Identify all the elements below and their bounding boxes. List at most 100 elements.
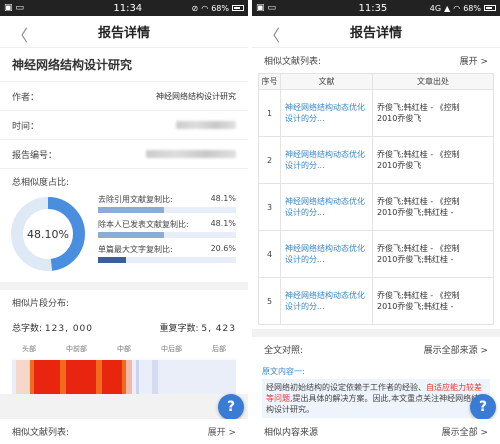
segment-label-tail: 后部 [212,345,226,353]
bar-label: 去除引用文献复制比: [98,195,173,204]
table-row[interactable]: 5 神经网络结构动态优化设计的分... 乔俊飞;韩红桂 - 《控制 2010乔俊飞… [258,277,494,325]
heatmap-cell [66,360,96,394]
signal-icon: ▲ [444,3,451,13]
segment-labels: 头部 中前部 中部 中后部 后部 [0,342,248,356]
back-button[interactable]: 〈 [12,22,28,46]
left-phone-screen: ▣ ▭ 11:34 ⊘ ◠ 68% 〈 报告详情 神经网络结构设计研究 作者： 神经网… [0,0,248,444]
total-chars-label: 总字数: [12,324,43,334]
page-title: 报告详情 [349,26,402,41]
bar-fill [98,257,127,263]
dup-chars-label: 重复字数: [159,324,199,334]
network-type: 4G [429,3,442,13]
time-value-blurred [176,121,236,129]
doc-link[interactable]: 神经网络结构动态优化设计的分... [280,136,373,184]
heatmap-cell [152,360,158,394]
table-row[interactable]: 4 神经网络结构动态优化设计的分... 乔俊飞;韩红桂 - 《控制 2010乔俊飞… [258,230,494,278]
bar-fill [98,207,165,213]
similar-content-footer: 相似内容来源 展示全部 > [252,419,500,444]
expand-link[interactable]: 展开 > [208,425,236,438]
show-all-sources-link[interactable]: 展示全部来源 > [424,343,488,356]
row-number: 2 [258,136,281,184]
help-button[interactable]: ? [470,394,496,420]
source-line: 乔俊飞;韩红桂 - 《控制 [377,197,460,206]
content-text-part: ,提出具体的解决方案。因此,本文重点关注神经网络结构设计研究。 [266,394,480,414]
bar-pct: 20.6% [210,244,236,253]
expand-link[interactable]: 展开 > [460,54,488,67]
show-all-link[interactable]: 展示全部 > [442,425,488,438]
report-number-label: 报告编号： [12,150,58,161]
original-content-box: 原文内容一: 经网络初始结构的设定依赖于工作者的经验、自适应能力较差等问题,提出… [252,362,500,424]
source-cell: 乔俊飞;韩红桂 - 《控制 2010乔俊飞;韩红桂 - [372,183,494,231]
source-line: 2010乔俊飞;韩红桂 - [377,302,454,311]
status-time: 11:35 [358,2,388,14]
battery-text: 68% [211,3,229,13]
compare-label: 全文对照: [264,346,304,356]
mute-icon: ⊘ [191,3,199,13]
source-line: 乔俊飞;韩红桂 - 《控制 [377,244,460,253]
segment-label-front-middle: 中前部 [66,345,87,353]
table-row[interactable]: 3 神经网络结构动态优化设计的分... 乔俊飞;韩红桂 - 《控制 2010乔俊飞… [258,183,494,231]
bar-row-exclude-self: 除本人已发表文献复制比: 48.1% [98,219,236,238]
doc-link[interactable]: 神经网络结构动态优化设计的分... [280,183,373,231]
wifi-icon: ◠ [453,3,461,13]
back-button[interactable]: 〈 [264,22,280,46]
wifi-icon: ◠ [201,3,209,13]
report-number-blurred [146,150,236,158]
row-number: 3 [258,183,281,231]
original-content-title: 原文内容一: [262,367,305,376]
similar-docs-table: 序号 文献 文章出处 1 神经网络结构动态优化设计的分... 乔俊飞;韩红桂 -… [258,73,494,325]
status-time: 11:34 [113,2,143,14]
source-line: 乔俊飞;韩红桂 - 《控制 [377,150,460,159]
doc-link[interactable]: 神经网络结构动态优化设计的分... [280,230,373,278]
app-notification-icon: ▣ [4,3,13,13]
notification-icon: ▭ [15,3,25,13]
table-row[interactable]: 1 神经网络结构动态优化设计的分... 乔俊飞;韩红桂 - 《控制 2010乔俊飞 [258,89,494,137]
segment-label-middle: 中部 [117,345,131,353]
source-line: 2010乔俊飞;韩红桂 - [377,255,454,264]
col-header-source: 文章出处 [372,73,494,90]
doc-link[interactable]: 神经网络结构动态优化设计的分... [280,277,373,325]
heatmap-cell [102,360,122,394]
paper-title: 神经网络结构设计研究 [0,48,248,82]
full-text-compare-row: 全文对照: 展示全部来源 > [252,337,500,362]
segment-label-head: 头部 [22,345,36,353]
author-value: 神经网络结构设计研究 [156,91,236,101]
similar-docs-footer: 相似文献列表: 展开 > [0,419,248,444]
bar-pct: 48.1% [210,219,236,228]
page-title: 报告详情 [97,26,150,41]
heatmap-cell [126,360,132,394]
nav-bar: 〈 报告详情 [0,16,248,48]
source-cell: 乔俊飞;韩红桂 - 《控制 2010乔俊飞 [372,136,494,184]
battery-text: 68% [463,3,481,13]
doc-link[interactable]: 神经网络结构动态优化设计的分... [280,89,373,137]
bar-label: 除本人已发表文献复制比: [98,220,189,229]
help-button[interactable]: ? [218,394,244,420]
author-row: 作者： 神经网络结构设计研究 [0,82,248,111]
similarity-label: 总相似度占比: [12,178,70,188]
status-bar: ▣ ▭ 11:34 ⊘ ◠ 68% [0,0,248,16]
source-line: 乔俊飞;韩红桂 - 《控制 [377,103,460,112]
heatmap-cell [136,360,139,394]
row-number: 4 [258,230,281,278]
source-line: 2010乔俊飞;韩红桂 - [377,208,454,217]
report-number-row: 报告编号： [0,140,248,169]
similar-docs-label: 相似文献列表: [264,57,322,67]
table-row[interactable]: 2 神经网络结构动态优化设计的分... 乔俊飞;韩红桂 - 《控制 2010乔俊飞 [258,136,494,184]
bar-label: 单篇最大文字复制比: [98,245,173,254]
similar-docs-table-wrap: 序号 文献 文章出处 1 神经网络结构动态优化设计的分... 乔俊飞;韩红桂 -… [252,73,500,329]
source-cell: 乔俊飞;韩红桂 - 《控制 2010乔俊飞 [372,89,494,137]
app-notification-icon: ▣ [256,3,265,13]
row-number: 1 [258,89,281,137]
similar-docs-header: 相似文献列表: 展开 > [252,48,500,73]
char-counts: 总字数: 123, 000 重复字数: 5, 423 [0,315,248,340]
battery-icon [231,5,244,11]
right-phone-screen: ▣ ▭ 11:35 4G ▲ ◠ 68% 〈 报告详情 相似文献列表: 展开 > 序号 … [252,0,500,444]
time-label: 时间： [12,121,40,132]
col-header-doc: 文献 [280,73,373,90]
nav-bar: 〈 报告详情 [252,16,500,48]
battery-icon [483,5,496,11]
row-number: 5 [258,277,281,325]
content-text-part: 经网络初始结构的设定依赖于工作者的经验、 [266,383,426,392]
time-row: 时间： [0,111,248,140]
donut-percentage: 48.10% [27,227,69,241]
